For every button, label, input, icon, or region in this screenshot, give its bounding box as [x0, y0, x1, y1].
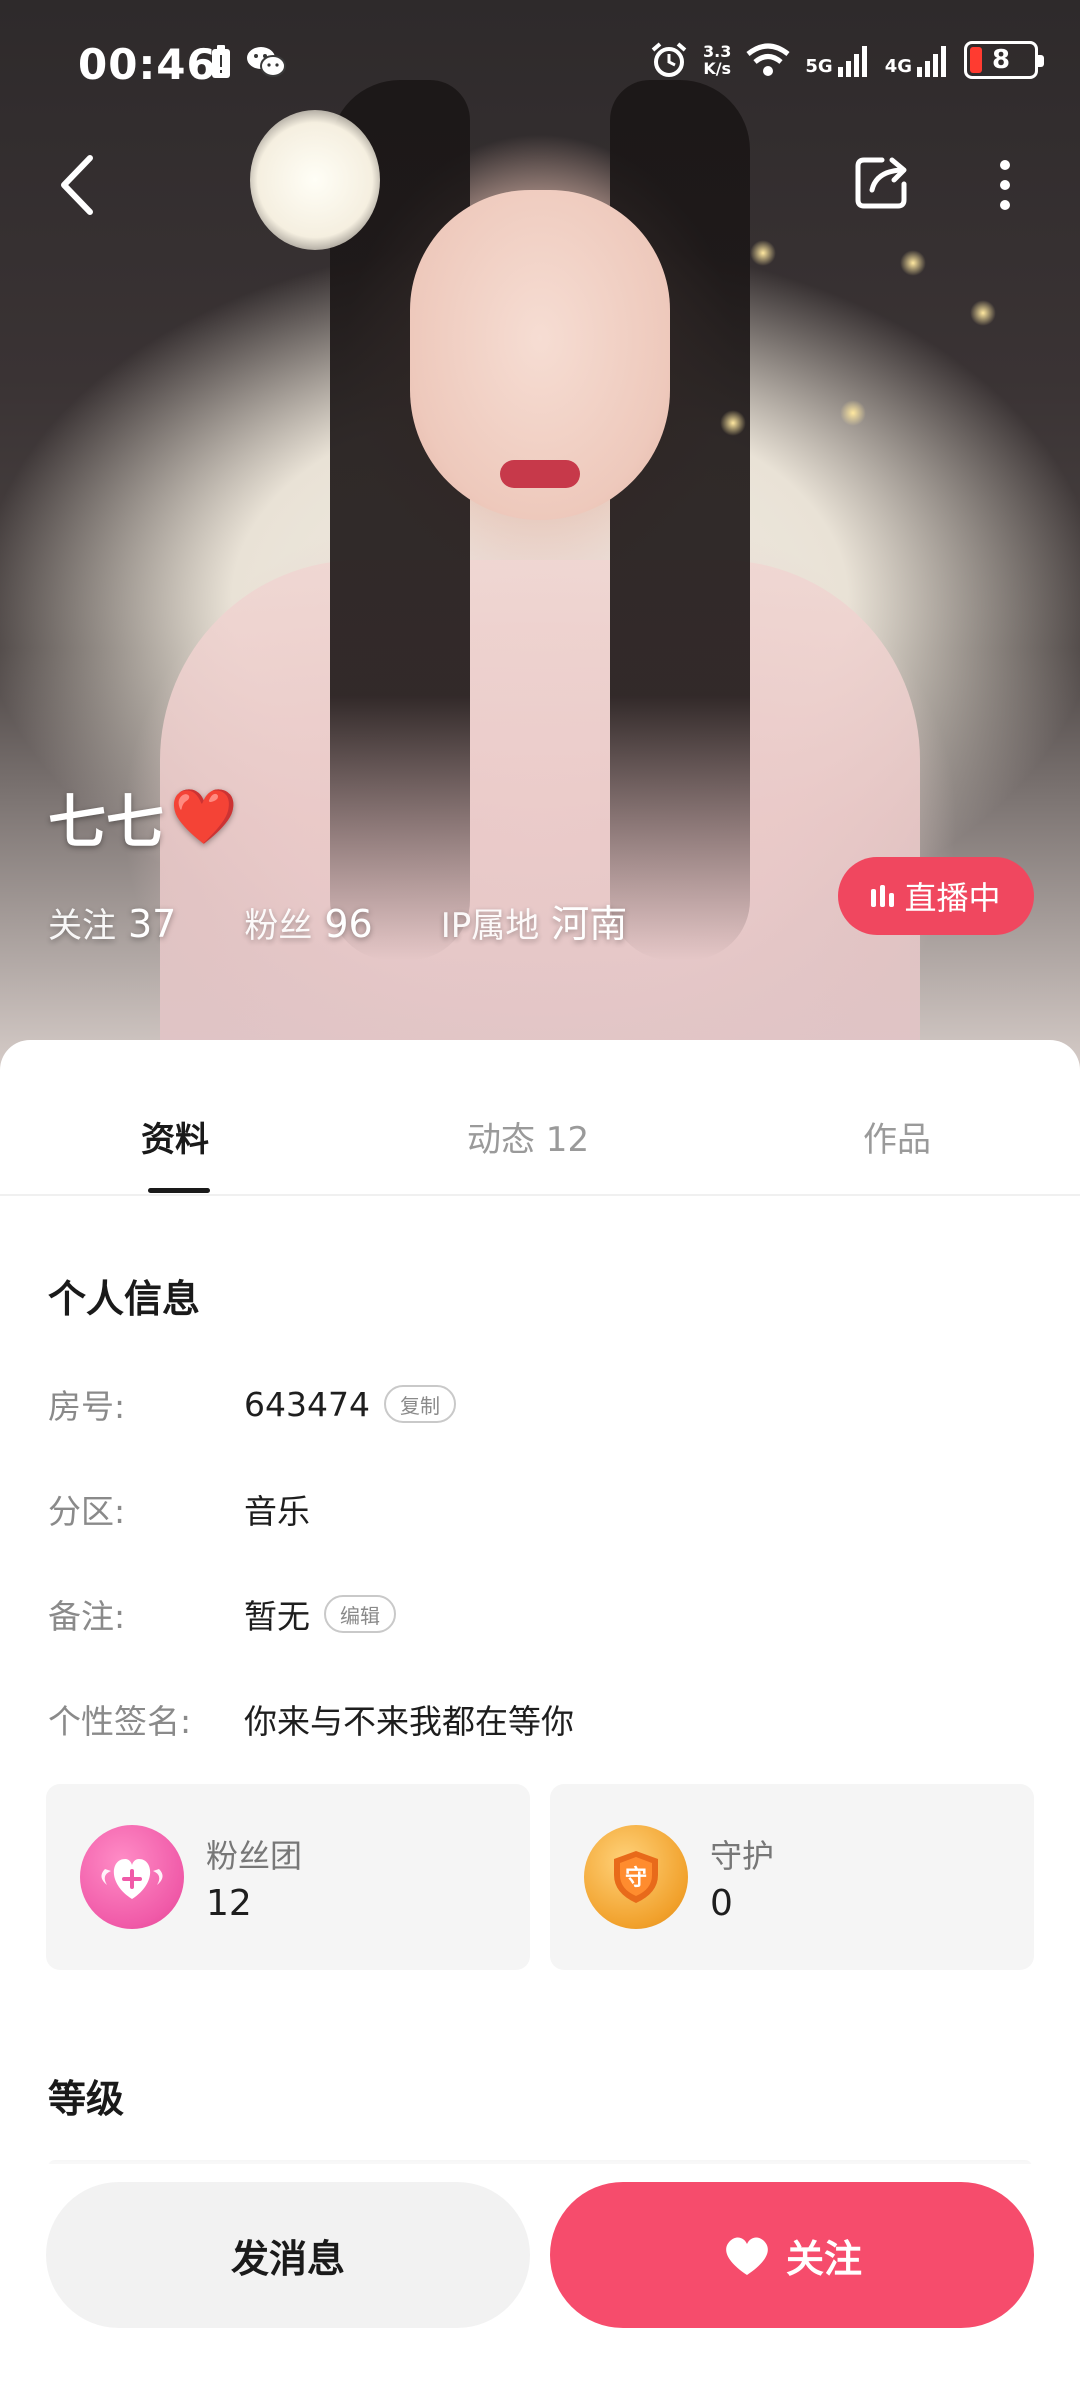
- live-now-button[interactable]: 直播中: [838, 857, 1034, 935]
- following-stat[interactable]: 关注 37: [48, 898, 176, 947]
- info-row-signature: 个性签名: 你来与不来我都在等你: [48, 1695, 574, 1743]
- info-row-remark: 备注: 暂无 编辑: [48, 1590, 396, 1638]
- fan-club-count: 12: [206, 1882, 252, 1924]
- guard-count: 0: [710, 1882, 733, 1924]
- status-notification-icons: [210, 44, 286, 80]
- following-count: 37: [128, 902, 177, 946]
- battery-indicator: 8: [964, 41, 1044, 79]
- room-number-value: 643474: [244, 1384, 370, 1424]
- info-row-category: 分区: 音乐: [48, 1485, 310, 1533]
- bottom-action-bar: 发消息 关注: [0, 2164, 1080, 2388]
- battery-level-fill: [970, 47, 982, 73]
- guard-card[interactable]: 守 守护 0: [550, 1784, 1034, 1970]
- signal-bars-icon: [917, 46, 946, 77]
- level-title: 等级: [48, 2077, 125, 2121]
- signal-5g: 5G: [805, 43, 870, 77]
- more-options-icon[interactable]: [990, 155, 1020, 215]
- network-speed-value: 3.3: [703, 42, 732, 61]
- info-row-room-number: 房号: 643474 复制: [48, 1380, 456, 1428]
- wifi-icon: [746, 43, 790, 76]
- battery-cap: [1038, 55, 1044, 67]
- heart-emoji-icon: ❤️: [170, 785, 238, 848]
- fans-stat[interactable]: 粉丝 96: [244, 898, 372, 947]
- category-value: 音乐: [244, 1492, 310, 1531]
- fans-label: 粉丝: [244, 906, 313, 946]
- guard-shield-icon: 守: [584, 1825, 688, 1929]
- tab-works[interactable]: 作品: [863, 1112, 931, 1161]
- battery-alert-icon: [212, 45, 230, 78]
- remark-value: 暂无: [244, 1597, 310, 1636]
- heart-icon: [726, 2237, 768, 2275]
- info-label: 个性签名:: [48, 1702, 192, 1741]
- cover-photo-light: [900, 250, 926, 276]
- cover-photo-light: [840, 400, 866, 426]
- status-bar: 00:46 3.3 K/s 5G 4G 8: [0, 0, 1080, 128]
- info-label: 备注:: [48, 1597, 126, 1636]
- signal-4g: 4G: [885, 43, 950, 77]
- shield-icon: 守: [614, 1851, 658, 1903]
- signature-value: 你来与不来我都在等你: [244, 1702, 574, 1741]
- tab-moments[interactable]: 动态 12: [467, 1112, 589, 1161]
- fan-club-heart-icon: [80, 1825, 184, 1929]
- share-icon[interactable]: [852, 152, 912, 212]
- fans-count: 96: [324, 902, 373, 946]
- guard-icon-text: 守: [625, 1865, 647, 1891]
- network-speed-unit: K/s: [703, 59, 732, 78]
- live-bars-icon: [871, 885, 895, 907]
- follow-button-label: 关注: [785, 2236, 862, 2281]
- info-label: 分区:: [48, 1492, 126, 1531]
- wechat-icon: [247, 47, 286, 77]
- cover-photo-light: [720, 410, 746, 436]
- tab-active-indicator: [148, 1188, 210, 1193]
- alarm-icon: [651, 42, 687, 77]
- profile-name-text: 七七: [48, 788, 165, 856]
- profile-cover-photo: 00:46 3.3 K/s 5G 4G 8 七七 ❤️ 关注 37 粉丝 96 …: [0, 0, 1080, 1080]
- edit-remark-button[interactable]: 编辑: [324, 1595, 396, 1633]
- status-time: 00:46: [78, 40, 217, 89]
- profile-name: 七七 ❤️: [48, 775, 237, 859]
- ip-location: IP属地 河南: [441, 893, 628, 948]
- status-system-icons: 3.3 K/s 5G 4G 8: [649, 40, 1044, 80]
- ip-location-label: IP属地: [440, 906, 540, 946]
- cover-photo-light: [750, 240, 776, 266]
- guard-label: 守护: [710, 1836, 775, 1875]
- back-arrow-icon[interactable]: [50, 150, 110, 220]
- fan-club-text: 粉丝团 12: [206, 1831, 302, 1924]
- profile-stats: 关注 37 粉丝 96 IP属地 河南: [48, 893, 695, 948]
- copy-room-number-button[interactable]: 复制: [383, 1385, 456, 1423]
- profile-tabs: 资料 动态 12 作品: [0, 1040, 1080, 1196]
- battery-percent: 8: [991, 45, 1011, 75]
- ip-location-value: 河南: [551, 902, 628, 946]
- personal-info-title: 个人信息: [48, 1277, 201, 1321]
- info-label: 房号:: [48, 1387, 126, 1426]
- follow-button[interactable]: 关注: [550, 2182, 1034, 2328]
- signal-4g-label: 4G: [884, 56, 912, 77]
- heart-wings-icon: [101, 1859, 163, 1899]
- cover-photo-flower: [250, 110, 380, 250]
- network-speed: 3.3 K/s: [703, 43, 731, 77]
- cover-photo-lips: [500, 460, 580, 488]
- signal-bars-icon: [837, 46, 867, 77]
- live-now-label: 直播中: [904, 879, 1001, 917]
- fan-club-label: 粉丝团: [206, 1836, 303, 1875]
- cover-photo-dress: [160, 560, 920, 1080]
- guard-text: 守护 0: [710, 1831, 774, 1924]
- tab-profile-info[interactable]: 资料: [141, 1112, 209, 1161]
- send-message-button[interactable]: 发消息: [46, 2182, 530, 2328]
- cover-photo-light: [970, 300, 996, 326]
- signal-5g-label: 5G: [805, 56, 833, 77]
- fan-club-card[interactable]: 粉丝团 12: [46, 1784, 530, 1970]
- cover-photo-hair-right: [610, 80, 750, 960]
- following-label: 关注: [48, 906, 116, 946]
